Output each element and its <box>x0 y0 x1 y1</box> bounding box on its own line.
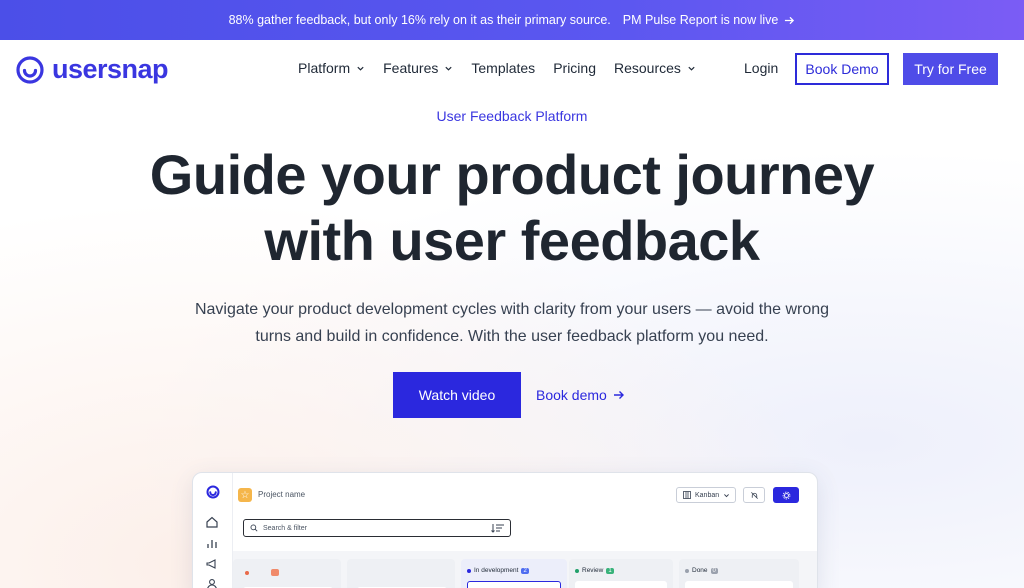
arrow-right-icon <box>785 16 795 24</box>
chevron-down-icon <box>357 66 364 71</box>
nav-item-platform[interactable]: Platform <box>298 60 365 76</box>
search-icon <box>250 524 258 532</box>
kanban-column-done: Done 0 <box>679 559 799 588</box>
app-preview: ☆ Project name Kanban Search & filter In… <box>192 472 818 588</box>
announcement-link-label: PM Pulse Report is now live <box>622 13 779 27</box>
hero-subtitle-line: Navigate your product development cycles… <box>194 301 830 318</box>
column-count: 1 <box>606 567 614 574</box>
status-dot <box>467 568 471 573</box>
nav-item-label: Platform <box>298 60 351 76</box>
bell-off-icon <box>750 491 758 499</box>
status-dot <box>575 568 579 573</box>
settings-button[interactable] <box>773 487 799 503</box>
arrow-right-icon <box>613 391 624 399</box>
usersnap-logo-icon <box>206 485 220 499</box>
column-count: 2 <box>521 567 529 574</box>
app-toolbar: ☆ Project name Kanban <box>233 473 817 515</box>
kanban-card[interactable] <box>575 581 667 588</box>
card-placeholder <box>243 577 263 583</box>
column-header: In development 2 <box>467 567 529 574</box>
main-nav: usersnap Platform Features Templates Pri… <box>0 40 1024 98</box>
chevron-down-icon <box>724 493 730 497</box>
notifications-off-button[interactable] <box>743 487 765 503</box>
hero-headline-line: Guide your product journey <box>149 143 875 206</box>
nav-item-label: Resources <box>613 60 681 76</box>
kanban-column <box>233 559 341 588</box>
hero-headline-line: with user feedback <box>264 209 760 272</box>
column-count: 0 <box>710 567 718 574</box>
column-title: Done <box>692 567 708 574</box>
watch-video-button[interactable]: Watch video <box>393 372 521 418</box>
login-link[interactable]: Login <box>744 60 778 76</box>
kanban-column-in-development: In development 2 <box>461 559 567 588</box>
nav-item-templates[interactable]: Templates <box>471 60 535 76</box>
bar-chart-icon[interactable] <box>205 536 219 550</box>
nav-item-pricing[interactable]: Pricing <box>553 60 596 76</box>
search-placeholder: Search & filter <box>263 524 307 532</box>
book-demo-link-label: Book demo <box>536 387 607 403</box>
hero-subtitle: Navigate your product development cycles… <box>0 296 1024 350</box>
hero-subtitle-line: turns and build in confidence. With the … <box>255 328 769 345</box>
star-icon: ☆ <box>238 488 252 502</box>
chevron-down-icon <box>445 66 452 71</box>
nav-menu: Platform Features Templates Pricing Reso… <box>298 60 696 76</box>
book-demo-button[interactable]: Book Demo <box>795 53 889 85</box>
search-input[interactable]: Search & filter <box>243 519 511 537</box>
kanban-card[interactable] <box>467 581 561 588</box>
nav-item-label: Pricing <box>553 60 596 76</box>
user-icon[interactable] <box>205 577 219 588</box>
nav-item-features[interactable]: Features <box>383 60 453 76</box>
logo[interactable]: usersnap <box>16 54 169 85</box>
kanban-column <box>347 559 455 588</box>
usersnap-logo-icon <box>16 55 44 84</box>
home-icon[interactable] <box>205 515 219 529</box>
chevron-down-icon <box>688 66 695 71</box>
kanban-column-review: Review 1 <box>569 559 673 588</box>
sort-icon[interactable] <box>491 523 505 533</box>
column-title: In development <box>474 567 519 574</box>
status-dot <box>685 568 689 573</box>
project-name[interactable]: Project name <box>258 490 305 499</box>
announcement-text: 88% gather feedback, but only 16% rely o… <box>228 13 611 27</box>
kanban-card[interactable] <box>685 581 793 588</box>
nav-item-label: Features <box>383 60 439 76</box>
logo-text: usersnap <box>52 54 169 84</box>
view-select-value: Kanban <box>695 491 720 499</box>
columns-icon <box>683 491 691 499</box>
try-for-free-button[interactable]: Try for Free <box>903 53 998 85</box>
nav-item-resources[interactable]: Resources <box>614 60 696 76</box>
column-title: Review <box>582 567 604 574</box>
column-header: Done 0 <box>685 567 718 574</box>
nav-item-label: Templates <box>471 60 536 76</box>
gear-icon <box>782 491 790 499</box>
view-select[interactable]: Kanban <box>676 487 736 503</box>
kanban-board: In development 2 Review 1 Done 0 <box>233 551 817 588</box>
status-dot <box>245 571 249 575</box>
hero-eyebrow: User Feedback Platform <box>436 108 588 124</box>
hero-headline: Guide your product journey with user fee… <box>0 142 1024 274</box>
tag-badge <box>271 569 279 576</box>
megaphone-icon[interactable] <box>205 557 219 571</box>
column-header: Review 1 <box>575 567 614 574</box>
book-demo-link[interactable]: Book demo <box>536 387 625 403</box>
announcement-link[interactable]: PM Pulse Report is now live <box>623 13 796 27</box>
app-sidebar <box>193 473 233 588</box>
announcement-bar: 88% gather feedback, but only 16% rely o… <box>0 0 1024 40</box>
